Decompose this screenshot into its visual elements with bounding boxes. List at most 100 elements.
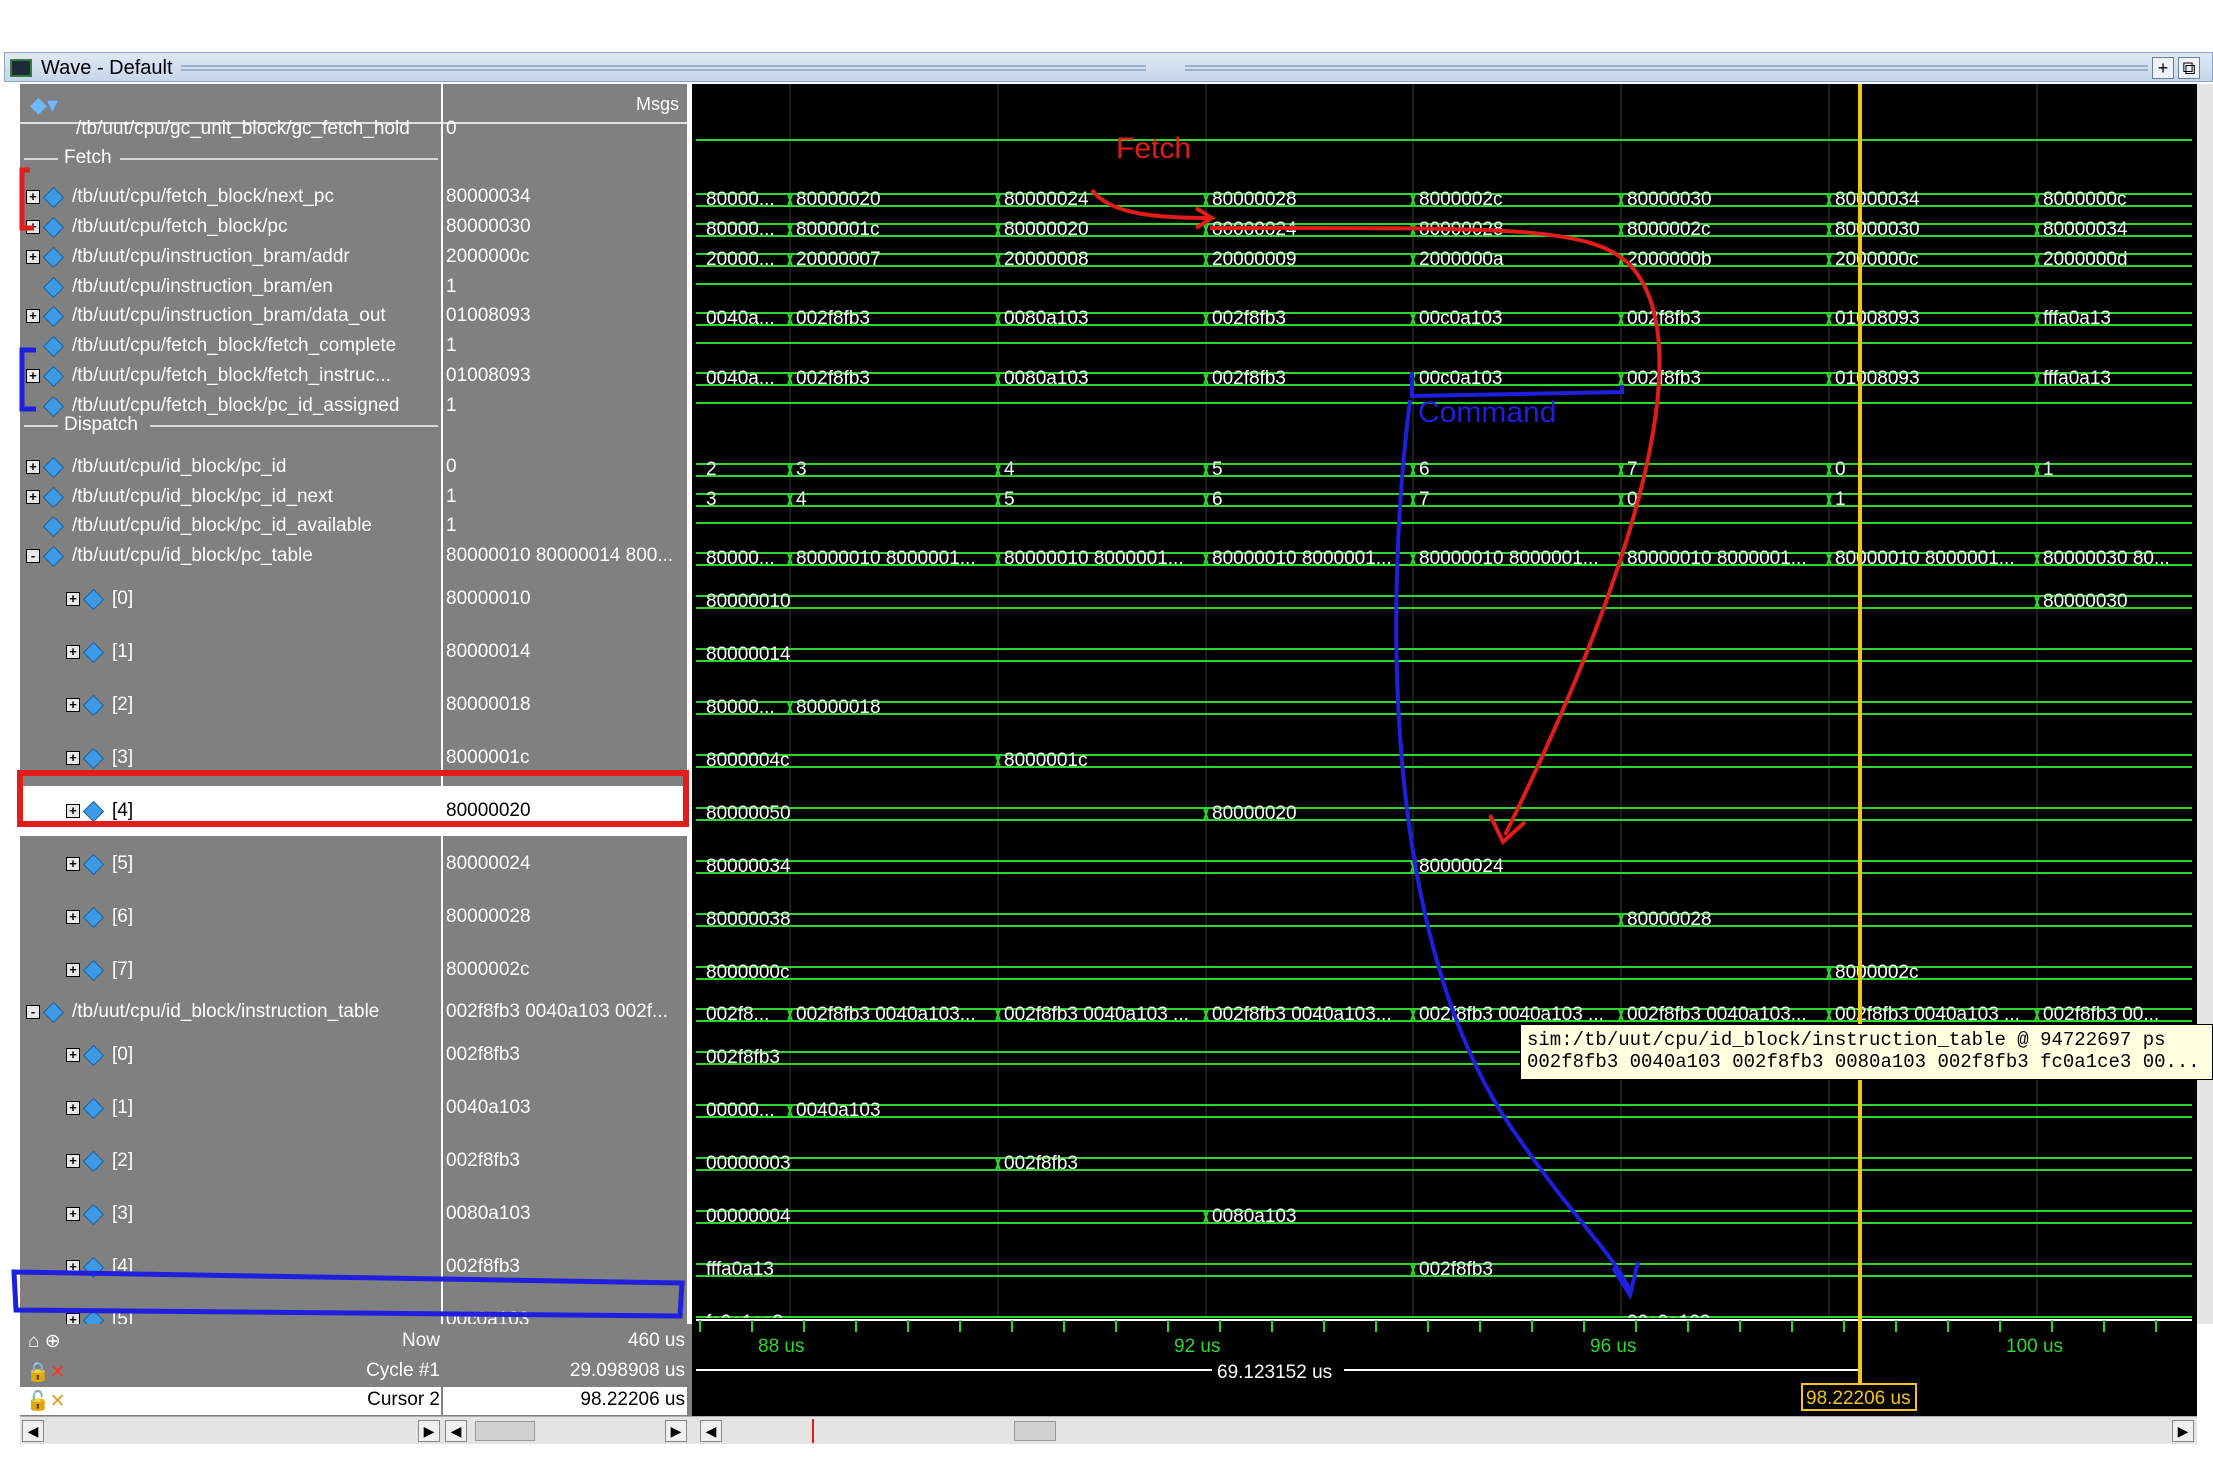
- waveform-canvas[interactable]: 80000... 80000020 80000024 80000028 8000002c…: [692, 84, 2197, 1324]
- signal-name[interactable]: /tb/uut/cpu/id_block/pc_id: [72, 456, 286, 478]
- scroll-left-icon[interactable]: ◀: [22, 1420, 44, 1442]
- signal-name[interactable]: [4]: [112, 1256, 133, 1278]
- signal-names-pane: ◆▾ /tb/uut/cpu/gc_unit_block/gc_fetch_ho…: [20, 84, 441, 1324]
- expand-toggle-icon[interactable]: +: [66, 645, 80, 659]
- signal-name[interactable]: /tb/uut/cpu/fetch_block/next_pc: [72, 186, 334, 208]
- drag-grip-right[interactable]: [1185, 65, 2148, 71]
- expand-toggle-icon[interactable]: +: [26, 490, 40, 504]
- signal-name[interactable]: [0]: [112, 1044, 133, 1066]
- signal-name[interactable]: /tb/uut/cpu/fetch_block/pc: [72, 216, 287, 238]
- expand-toggle-icon[interactable]: +: [66, 1313, 80, 1324]
- scroll-right-icon-2[interactable]: ▶: [665, 1420, 687, 1442]
- wave-value-label: 80000010: [706, 591, 791, 612]
- waveform-pane[interactable]: 80000... 80000020 80000024 80000028 8000002c…: [692, 84, 2197, 1324]
- axis-tick-label: 88 us: [758, 1336, 804, 1357]
- scroll-right-icon[interactable]: ▶: [418, 1420, 440, 1442]
- wave-scroll-thumb[interactable]: [1014, 1421, 1056, 1441]
- expand-toggle-icon[interactable]: +: [66, 804, 80, 818]
- signal-name[interactable]: /tb/uut/cpu/fetch_block/fetch_instruc...: [72, 365, 391, 387]
- signal-name[interactable]: /tb/uut/cpu/fetch_block/fetch_complete: [72, 335, 396, 357]
- expand-toggle-icon[interactable]: +: [66, 751, 80, 765]
- signal-name[interactable]: /tb/uut/cpu/instruction_bram/addr: [72, 246, 350, 268]
- signal-name[interactable]: [2]: [112, 1150, 133, 1172]
- values-header: Msgs: [443, 84, 687, 124]
- signal-name[interactable]: [2]: [112, 694, 133, 716]
- signal-name[interactable]: /tb/uut/cpu/id_block/pc_table: [72, 545, 313, 567]
- expand-toggle-icon[interactable]: +: [26, 369, 40, 383]
- signal-name[interactable]: [3]: [112, 1203, 133, 1225]
- wave-scroll-right-icon[interactable]: ▶: [2172, 1420, 2194, 1442]
- wave-value-label: 002f8fb3 0040a103...: [796, 1004, 976, 1025]
- signal-name[interactable]: [1]: [112, 1097, 133, 1119]
- expand-toggle-icon[interactable]: +: [66, 1048, 80, 1062]
- signal-value: 1: [446, 486, 457, 507]
- wave-value-label: 8000002c: [1419, 189, 1502, 210]
- wave-value-label: fffa0a13: [2043, 368, 2111, 389]
- wave-scroll-left-icon[interactable]: ◀: [700, 1420, 722, 1442]
- scroll-left-icon-2[interactable]: ◀: [445, 1420, 467, 1442]
- signal-name[interactable]: [7]: [112, 959, 133, 981]
- wave-value-label: 20000007: [796, 249, 881, 270]
- expand-toggle-icon[interactable]: +: [66, 963, 80, 977]
- expand-toggle-icon[interactable]: +: [66, 698, 80, 712]
- signal-value: 8000001c: [446, 747, 530, 768]
- undock-icon[interactable]: ⧉: [2178, 57, 2200, 79]
- unlock-icon[interactable]: 🔓✕: [26, 1389, 66, 1413]
- expand-toggle-icon[interactable]: +: [26, 250, 40, 264]
- now-icons[interactable]: ⌂ ⊕: [28, 1330, 61, 1353]
- expand-toggle-icon[interactable]: +: [66, 1154, 80, 1168]
- cursor2-value: 98.22206 us: [580, 1389, 685, 1410]
- title-bar[interactable]: Wave - Default + ⧉: [4, 52, 2213, 82]
- signal-name[interactable]: /tb/uut/cpu/fetch_block/pc_id_assigned: [72, 395, 399, 417]
- vertical-scrollbar[interactable]: [2197, 84, 2213, 1324]
- expand-toggle-icon[interactable]: +: [26, 460, 40, 474]
- signal-name[interactable]: /tb/uut/cpu/instruction_bram/data_out: [72, 305, 386, 327]
- expand-toggle-icon[interactable]: -: [26, 549, 40, 563]
- signal-name[interactable]: [5]: [112, 853, 133, 875]
- signal-value: 01008093: [446, 365, 531, 386]
- lock-icon[interactable]: 🔒✕: [26, 1360, 66, 1384]
- signal-value: 00c0a103: [446, 1309, 530, 1324]
- horizontal-scrollbars[interactable]: ◀ ▶ ◀ ▶ ◀ ▶: [20, 1416, 2197, 1444]
- signal-value: 1: [446, 276, 457, 297]
- signal-diamond-icon: [82, 959, 105, 982]
- signal-diamond-icon: [42, 486, 65, 509]
- time-axis[interactable]: 88 us 92 us 96 us 100 us 69.123152 us 98.2220…: [692, 1318, 2197, 1416]
- wave-value-label: 80000020: [796, 189, 881, 210]
- expand-toggle-icon[interactable]: -: [26, 1005, 40, 1019]
- expand-toggle-icon[interactable]: +: [66, 1260, 80, 1274]
- wave-value-label: 002f8fb3: [796, 308, 870, 329]
- expand-toggle-icon[interactable]: +: [26, 309, 40, 323]
- wave-value-label: 80000030: [1627, 189, 1712, 210]
- signal-value: 002f8fb3: [446, 1256, 520, 1277]
- expand-toggle-icon[interactable]: +: [66, 592, 80, 606]
- wave-options-icon[interactable]: ◆▾: [30, 92, 58, 117]
- maximize-pane-icon[interactable]: +: [2152, 57, 2174, 79]
- signal-name[interactable]: /tb/uut/cpu/id_block/pc_id_available: [72, 515, 372, 537]
- signal-name[interactable]: [4]: [112, 800, 133, 822]
- expand-toggle-icon[interactable]: +: [26, 220, 40, 234]
- signal-name[interactable]: /tb/uut/cpu/id_block/pc_id_next: [72, 486, 333, 508]
- cycle-value: 29.098908 us: [569, 1360, 685, 1381]
- expand-toggle-icon[interactable]: +: [66, 1207, 80, 1221]
- signal-name[interactable]: [6]: [112, 906, 133, 928]
- signal-value-partial: 0: [446, 118, 457, 139]
- divider-line: [24, 425, 58, 427]
- signal-name[interactable]: [5]: [112, 1309, 133, 1324]
- signal-name[interactable]: [3]: [112, 747, 133, 769]
- delta-label: 69.123152 us: [1217, 1362, 1332, 1383]
- signal-diamond-icon: [42, 335, 65, 358]
- signal-name[interactable]: /tb/uut/cpu/instruction_bram/en: [72, 276, 333, 298]
- signal-name[interactable]: [1]: [112, 641, 133, 663]
- expand-toggle-icon[interactable]: +: [66, 857, 80, 871]
- signal-name[interactable]: /tb/uut/cpu/id_block/instruction_table: [72, 1001, 379, 1023]
- expand-toggle-icon[interactable]: +: [66, 1101, 80, 1115]
- signal-name[interactable]: [0]: [112, 588, 133, 610]
- expand-toggle-icon[interactable]: +: [66, 910, 80, 924]
- expand-toggle-icon[interactable]: +: [26, 190, 40, 204]
- divider-line: [150, 425, 438, 427]
- signal-name-partial[interactable]: /tb/uut/cpu/gc_unit_block/gc_fetch_hold: [76, 118, 410, 140]
- values-scroll-thumb[interactable]: [475, 1421, 535, 1441]
- wave-value-label: 1: [2043, 459, 2054, 480]
- drag-grip[interactable]: [181, 65, 1146, 71]
